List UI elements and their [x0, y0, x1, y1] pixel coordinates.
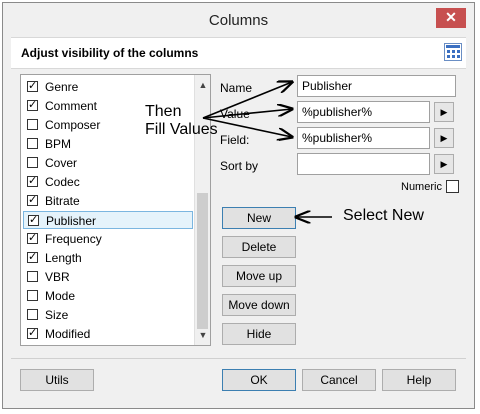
checkmark-icon: ✓: [28, 232, 38, 244]
triangle-right-icon: ▶: [440, 159, 448, 169]
column-checkbox[interactable]: ✓: [28, 215, 39, 226]
field-input[interactable]: %publisher%: [297, 127, 430, 149]
checkmark-icon: ✓: [28, 251, 38, 263]
new-button[interactable]: New: [222, 207, 296, 229]
value-label: Value: [220, 107, 250, 121]
numeric-checkbox[interactable]: [446, 180, 459, 193]
column-list-item[interactable]: ✓ Length: [23, 249, 193, 267]
scroll-thumb[interactable]: [197, 193, 208, 329]
annotation-then: Then: [145, 103, 182, 120]
column-label: Frequency: [45, 232, 102, 246]
column-checkbox[interactable]: [27, 138, 38, 149]
columns-dialog: Columns ✕ Adjust visibility of the colum…: [2, 2, 475, 409]
column-label: Publisher: [46, 214, 97, 228]
hide-button[interactable]: Hide: [222, 323, 296, 345]
numeric-label: Numeric: [401, 181, 442, 193]
column-checkbox[interactable]: ✓: [27, 100, 38, 111]
column-list-item[interactable]: Cover: [23, 154, 193, 172]
scroll-up-icon[interactable]: ▲: [195, 77, 210, 93]
column-list-item[interactable]: ✓ Modified: [23, 325, 193, 343]
column-list-item[interactable]: Mode: [23, 287, 193, 305]
column-label: Size: [45, 308, 69, 322]
column-list-item[interactable]: Size: [23, 306, 193, 324]
column-checkbox[interactable]: [27, 309, 38, 320]
title-bar: Columns ✕: [3, 3, 474, 37]
column-checkbox[interactable]: [27, 271, 38, 282]
column-checkbox[interactable]: ✓: [27, 195, 38, 206]
annotation-select-new: Select New: [343, 207, 424, 224]
column-label: Modified: [45, 327, 91, 341]
header-title: Adjust visibility of the columns: [21, 46, 199, 60]
column-label: Genre: [45, 80, 79, 94]
column-label: Codec: [45, 175, 80, 189]
column-checkbox[interactable]: ✓: [27, 233, 38, 244]
column-checkbox[interactable]: ✓: [27, 328, 38, 339]
footer-divider: [11, 358, 466, 359]
utils-button[interactable]: Utils: [20, 369, 94, 391]
list-scrollbar[interactable]: ▲ ▼: [194, 75, 210, 345]
column-label: Mode: [45, 289, 76, 303]
value-input[interactable]: %publisher%: [297, 101, 430, 123]
close-button[interactable]: ✕: [436, 8, 466, 28]
help-button[interactable]: Help: [382, 369, 456, 391]
column-label: Cover: [45, 156, 78, 170]
column-list-item[interactable]: ✓ Publisher: [23, 211, 193, 229]
move-up-button[interactable]: Move up: [222, 265, 296, 287]
column-label: Bitrate: [45, 194, 80, 208]
delete-button[interactable]: Delete: [222, 236, 296, 258]
triangle-right-icon: ▶: [440, 107, 448, 117]
header-band: Adjust visibility of the columns: [11, 37, 466, 69]
field-label: Field:: [220, 133, 250, 147]
column-label: BPM: [45, 137, 72, 151]
columns-listbox[interactable]: ✓ Genre ✓ Comment Composer BPM Cover ✓ Codec ✓ Bit…: [20, 74, 211, 346]
name-input[interactable]: Publisher: [297, 75, 456, 97]
column-checkbox[interactable]: [27, 157, 38, 168]
triangle-right-icon: ▶: [440, 133, 448, 143]
column-checkbox[interactable]: [27, 290, 38, 301]
column-list-item[interactable]: VBR: [23, 268, 193, 286]
cancel-button[interactable]: Cancel: [302, 369, 376, 391]
checkmark-icon: ✓: [28, 80, 38, 92]
column-checkbox[interactable]: ✓: [27, 252, 38, 263]
checkmark-icon: ✓: [28, 194, 38, 206]
annotation-fill-values: Fill Values: [145, 121, 218, 138]
column-list-item[interactable]: ✓ Bitrate: [23, 192, 193, 210]
column-label: VBR: [45, 270, 70, 284]
checkmark-icon: ✓: [28, 99, 38, 111]
column-checkbox[interactable]: ✓: [27, 81, 38, 92]
column-grid-icon[interactable]: [444, 43, 462, 61]
name-label: Name: [220, 81, 253, 95]
checkmark-icon: ✓: [28, 175, 38, 187]
close-icon: ✕: [445, 9, 457, 25]
column-list-item[interactable]: ✓ Frequency: [23, 230, 193, 248]
checkmark-icon: ✓: [28, 327, 38, 339]
column-checkbox[interactable]: ✓: [27, 176, 38, 187]
column-checkbox[interactable]: [27, 119, 38, 130]
sortby-input[interactable]: [297, 153, 430, 175]
scroll-down-icon[interactable]: ▼: [195, 327, 210, 343]
column-label: Length: [45, 251, 82, 265]
column-label: Composer: [45, 118, 101, 132]
sortby-menu-button[interactable]: ▶: [434, 154, 454, 174]
sortby-label: Sort by: [220, 159, 259, 173]
ok-button[interactable]: OK: [222, 369, 296, 391]
move-down-button[interactable]: Move down: [222, 294, 296, 316]
value-menu-button[interactable]: ▶: [434, 102, 454, 122]
checkmark-icon: ✓: [29, 214, 39, 226]
column-label: Comment: [45, 99, 98, 113]
column-list-item[interactable]: ✓ Codec: [23, 173, 193, 191]
window-title: Columns: [208, 12, 269, 29]
column-list-item[interactable]: ✓ Genre: [23, 78, 193, 96]
field-menu-button[interactable]: ▶: [434, 128, 454, 148]
